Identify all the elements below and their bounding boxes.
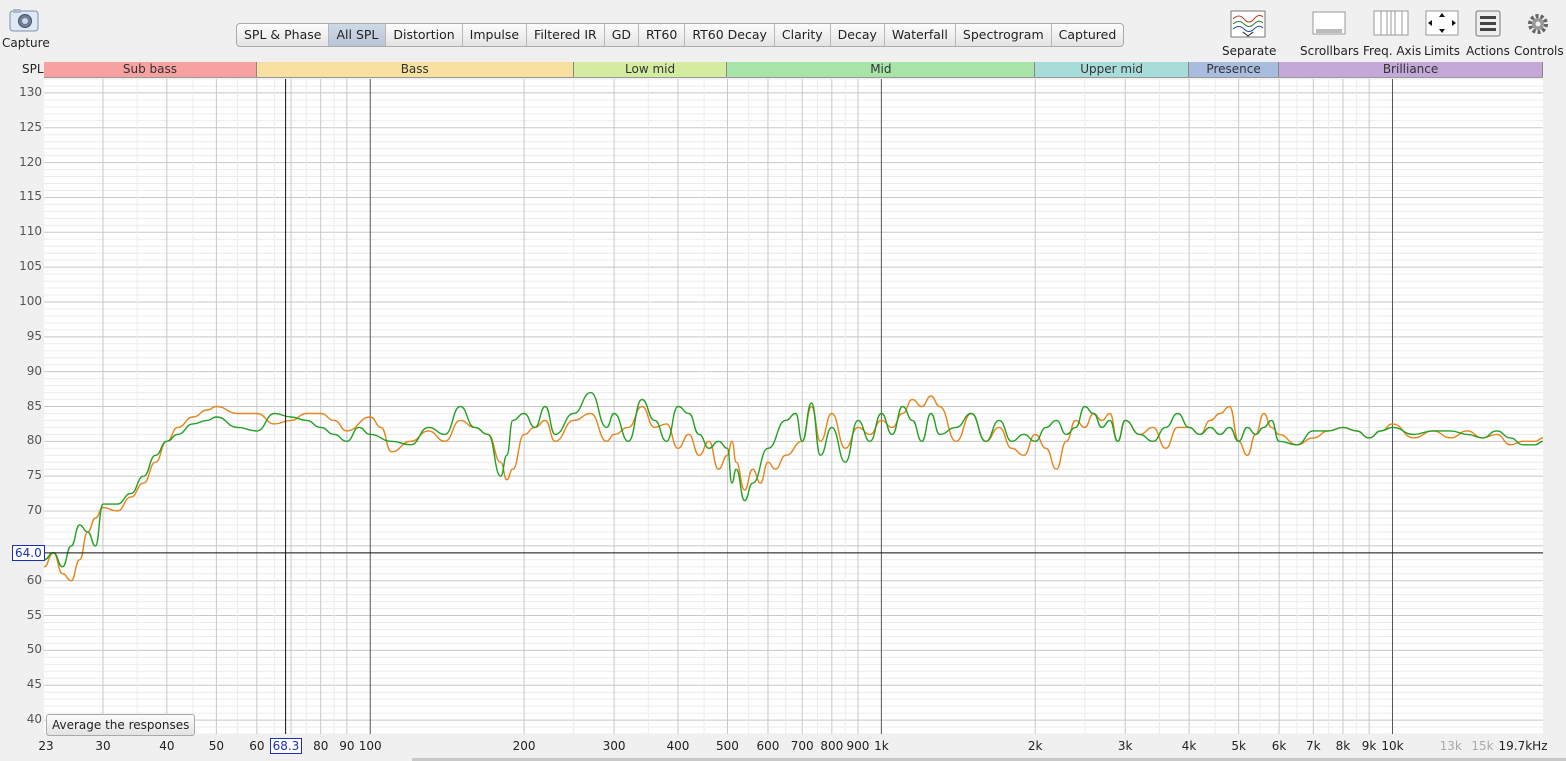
tab-all-spl[interactable]: All SPL — [329, 24, 387, 46]
spl-plot-svg — [44, 79, 1543, 734]
x-tick-label: 1k — [874, 739, 889, 753]
actions-button[interactable]: Actions — [1466, 10, 1510, 58]
x-tick-label: 15k — [1471, 739, 1494, 753]
capture-button[interactable]: Capture — [2, 8, 50, 56]
limits-button[interactable]: Limits — [1422, 10, 1462, 58]
tab-distortion[interactable]: Distortion — [386, 24, 463, 46]
x-tick-label: 40 — [159, 739, 175, 753]
x-tick-label: 60 — [249, 739, 265, 753]
tab-rt60[interactable]: RT60 — [639, 24, 686, 46]
y-tick-label: 50 — [26, 642, 42, 657]
y-tick-label: 115 — [19, 189, 42, 204]
x-tick-label: 6k — [1271, 739, 1287, 753]
tab-decay[interactable]: Decay — [831, 24, 885, 46]
band-presence: Presence — [1189, 62, 1280, 77]
x-tick-label: 4k — [1181, 739, 1197, 753]
band-mid: Mid — [727, 62, 1036, 77]
y-tick-label: 90 — [26, 363, 42, 378]
x-tick-label: 30 — [95, 739, 111, 753]
tab-impulse[interactable]: Impulse — [463, 24, 528, 46]
y-tick-label: 80 — [26, 433, 42, 448]
x-tick-label: 600 — [756, 739, 780, 753]
freq-axis-button[interactable]: Freq. Axis — [1363, 10, 1422, 58]
y-tick-label: 75 — [26, 468, 42, 483]
band-sub-bass: Sub bass — [44, 62, 257, 77]
x-tick-label: 50 — [208, 739, 224, 753]
y-tick-label: 130 — [19, 84, 42, 99]
limits-arrows-icon — [1425, 10, 1459, 36]
x-tick-label: 500 — [716, 739, 739, 753]
x-tick-label: 400 — [666, 739, 690, 753]
x-tick-label: 100 — [358, 739, 382, 753]
x-tick-label: 7k — [1306, 739, 1321, 753]
average-responses-button[interactable]: Average the responses — [46, 714, 196, 736]
tab-clarity[interactable]: Clarity — [775, 24, 831, 46]
x-tick-label: 23 — [38, 739, 54, 753]
y-tick-label: 45 — [26, 677, 42, 692]
x-tick-label: 80 — [313, 739, 329, 753]
camera-icon — [9, 9, 39, 32]
x-tick-label: 3k — [1117, 739, 1133, 753]
x-tick-label: 90 — [339, 739, 355, 753]
freq-axis-label: Freq. Axis — [1363, 44, 1422, 58]
separate-label: Separate — [1222, 44, 1277, 58]
band-upper-mid: Upper mid — [1035, 62, 1190, 77]
spl-trace-2 — [44, 391, 1543, 568]
y-tick-label: 120 — [19, 154, 42, 169]
controls-button[interactable]: Controls — [1514, 10, 1564, 58]
separate-traces-icon — [1230, 10, 1266, 38]
x-tick-label: 900 — [846, 739, 870, 753]
capture-label: Capture — [2, 36, 50, 50]
y-axis-unit: SPL — [22, 62, 44, 76]
y-tick-label: 95 — [26, 328, 42, 343]
y-tick-label: 110 — [19, 224, 42, 239]
cursor-spl-readout: 64.0 — [12, 544, 45, 561]
x-tick-label: 200 — [512, 739, 536, 753]
x-tick-label: 9k — [1361, 739, 1377, 753]
y-tick-label: 40 — [26, 712, 42, 727]
limits-label: Limits — [1424, 44, 1460, 58]
x-tick-label: 19.7kHz — [1498, 739, 1548, 753]
tab-waterfall[interactable]: Waterfall — [885, 24, 956, 46]
actions-label: Actions — [1466, 44, 1510, 58]
x-tick-label: 700 — [790, 739, 814, 753]
tab-rt60-decay[interactable]: RT60 Decay — [685, 24, 775, 46]
y-tick-label: 125 — [19, 119, 42, 134]
controls-label: Controls — [1514, 44, 1564, 58]
actions-list-icon — [1475, 10, 1501, 37]
frequency-axis-icon — [1373, 10, 1409, 36]
spl-graph[interactable] — [44, 79, 1543, 734]
tab-filtered-ir[interactable]: Filtered IR — [527, 24, 605, 46]
x-tick-label: 5k — [1231, 739, 1246, 753]
y-tick-label: 105 — [19, 259, 42, 274]
scrollbars-label: Scrollbars — [1300, 44, 1360, 58]
y-tick-label: 55 — [26, 607, 42, 622]
x-tick-label: 2k — [1027, 739, 1043, 753]
y-tick-label: 85 — [26, 398, 42, 413]
tab-spl-phase[interactable]: SPL & Phase — [237, 24, 330, 46]
y-tick-label: 60 — [26, 572, 42, 587]
x-tick-label: 13k — [1439, 739, 1462, 753]
x-tick-label: 300 — [602, 739, 626, 753]
cursor-frequency-readout: 68.3 — [269, 738, 303, 754]
scrollbars-button[interactable]: Scrollbars — [1300, 10, 1360, 58]
band-low-mid: Low mid — [573, 62, 728, 77]
tab-spectrogram[interactable]: Spectrogram — [956, 24, 1052, 46]
band-brilliance: Brilliance — [1279, 62, 1543, 77]
x-tick-label: 800 — [820, 739, 844, 753]
band-bass: Bass — [256, 62, 574, 77]
y-tick-label: 70 — [26, 503, 42, 518]
frequency-band-bar: Sub bass Bass Low mid Mid Upper mid Presence B… — [44, 62, 1543, 78]
gear-icon — [1528, 14, 1548, 34]
graph-tab-bar: SPL & Phase All SPL Distortion Impulse Filte… — [236, 23, 1125, 47]
tab-gd[interactable]: GD — [605, 24, 640, 46]
tab-captured[interactable]: Captured — [1052, 24, 1124, 46]
scrollbars-icon — [1312, 11, 1346, 35]
x-tick-label: 8k — [1335, 739, 1351, 753]
y-tick-label: 100 — [19, 293, 42, 308]
x-tick-label: 10k — [1381, 739, 1404, 753]
separate-button[interactable]: Separate — [1222, 10, 1277, 58]
